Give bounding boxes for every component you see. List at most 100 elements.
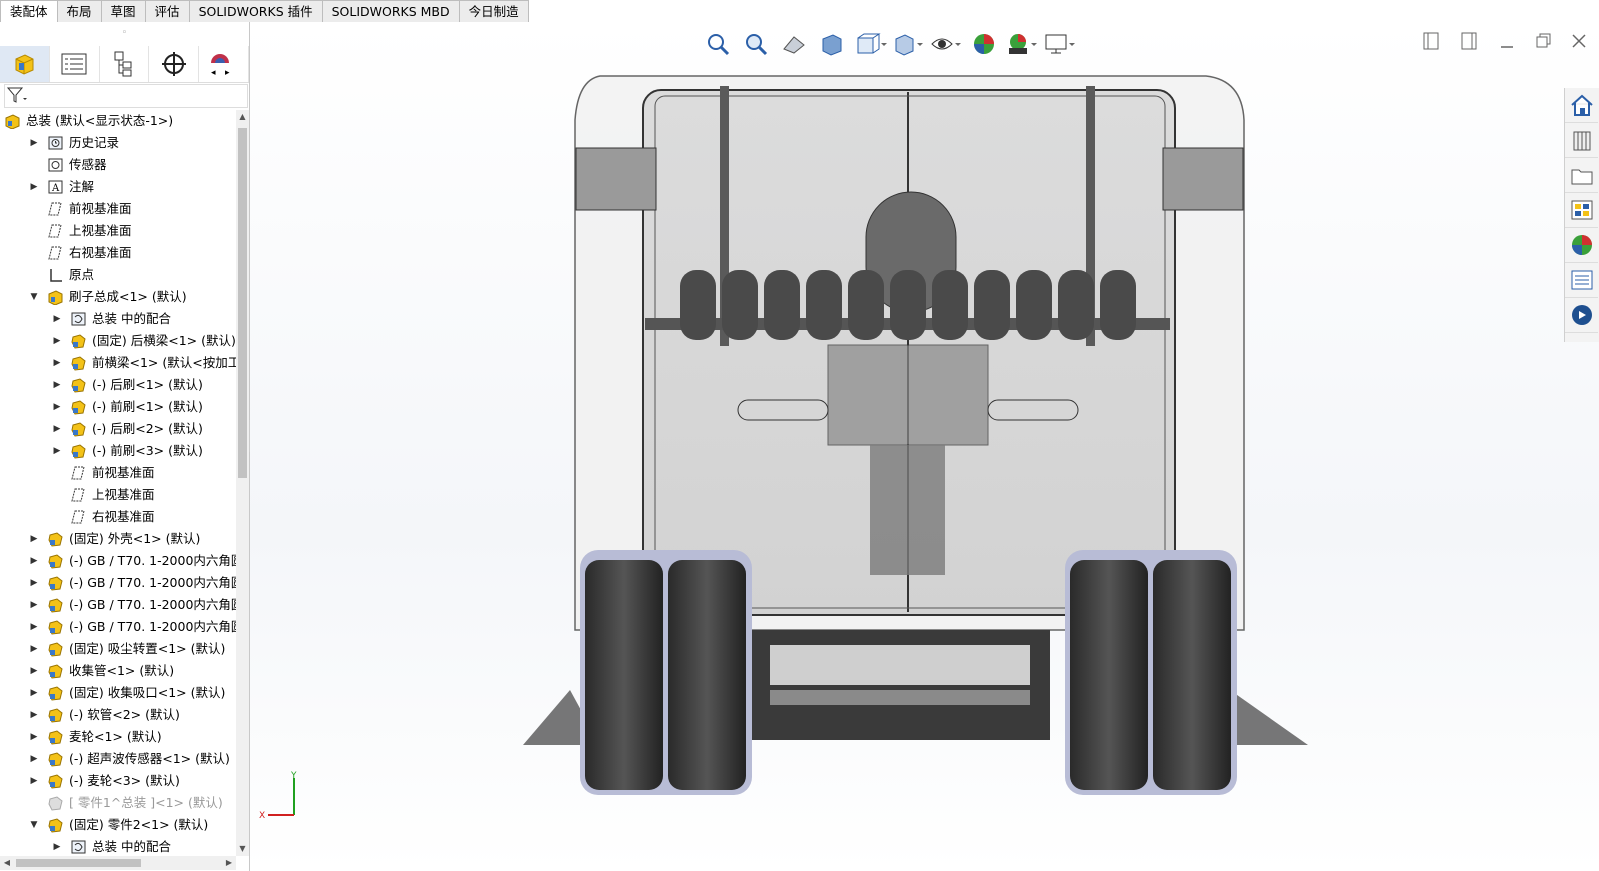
file-explorer-tab[interactable] — [1565, 158, 1598, 193]
tree-item[interactable]: ▶ (-) 麦轮<3> (默认) — [0, 770, 236, 792]
edit-appearance-button[interactable] — [966, 26, 1002, 62]
view-palette-tab[interactable] — [1565, 193, 1598, 228]
apply-scene-button[interactable] — [1004, 26, 1040, 62]
expand-arrow-icon[interactable]: ▶ — [52, 418, 62, 440]
tree-item[interactable]: ▶ 总装 中的配合 — [0, 308, 236, 330]
collapse-arrow-icon[interactable]: ▼ — [29, 814, 39, 836]
expand-arrow-icon[interactable]: ▶ — [29, 176, 39, 198]
expand-arrow-icon[interactable]: ▶ — [29, 616, 39, 638]
dimxpert-manager-tab[interactable] — [149, 46, 200, 82]
expand-arrow-icon[interactable]: ▶ — [52, 374, 62, 396]
expand-arrow-icon[interactable]: ▶ — [29, 638, 39, 660]
tree-item[interactable]: ▶ (固定) 外壳<1> (默认) — [0, 528, 236, 550]
tree-item[interactable]: ▶ (-) 超声波传感器<1> (默认) — [0, 748, 236, 770]
minimize-button[interactable] — [1494, 32, 1520, 54]
expand-arrow-icon[interactable]: ▶ — [52, 440, 62, 462]
section-view-button[interactable] — [814, 26, 850, 62]
tree-item[interactable]: ▼ 刷子总成<1> (默认) — [0, 286, 236, 308]
display-manager-tab[interactable]: ◂ ▸ — [199, 46, 249, 82]
tree-item[interactable]: ▶ 麦轮<1> (默认) — [0, 726, 236, 748]
zoom-to-area-button[interactable] — [738, 26, 774, 62]
tab-1[interactable]: 布局 — [57, 0, 102, 23]
view-orientation-button[interactable] — [852, 26, 888, 62]
close-button[interactable] — [1566, 32, 1592, 54]
tree-vertical-scrollbar[interactable]: ▲ ▼ — [236, 110, 249, 856]
tree-item[interactable]: 前视基准面 — [0, 198, 236, 220]
resources-tab[interactable] — [1565, 88, 1598, 123]
zoom-to-fit-button[interactable] — [700, 26, 736, 62]
tree-item[interactable]: 右视基准面 — [0, 242, 236, 264]
tree-item[interactable]: 传感器 — [0, 154, 236, 176]
tree-item[interactable]: 前视基准面 — [0, 462, 236, 484]
graphics-viewport[interactable]: Y X — [250, 22, 1599, 871]
assembly-model-view[interactable]: Y X — [250, 22, 1599, 871]
restore-button[interactable] — [1530, 32, 1556, 54]
tree-item[interactable]: ▶ (固定) 后横梁<1> (默认) — [0, 330, 236, 352]
tree-item[interactable]: ▶ (-) 后刷<1> (默认) — [0, 374, 236, 396]
tree-item[interactable]: ▶ (固定) 吸尘转置<1> (默认) — [0, 638, 236, 660]
tree-item[interactable]: ▶ (-) 前刷<1> (默认) — [0, 396, 236, 418]
expand-arrow-icon[interactable]: ▶ — [52, 330, 62, 352]
panel-grip[interactable]: ◦ — [0, 22, 249, 44]
tree-item[interactable]: [ 零件1^总装 ]<1> (默认) — [0, 792, 236, 814]
scroll-up-icon[interactable]: ▲ — [236, 110, 249, 124]
tree-item[interactable]: ▶ (-) GB / T70. 1-2000内六角圆柱头 — [0, 550, 236, 572]
tile-left-button[interactable] — [1418, 32, 1444, 54]
tree-item[interactable]: 上视基准面 — [0, 220, 236, 242]
tree-item[interactable]: ▶ (-) GB / T70. 1-2000内六角圆柱头 — [0, 616, 236, 638]
custom-properties-tab[interactable] — [1565, 263, 1598, 298]
tab-4[interactable]: SOLIDWORKS 插件 — [189, 0, 323, 23]
tree-item[interactable]: 总装 (默认<显示状态-1>) — [0, 110, 236, 132]
tree-item[interactable]: ▶ (-) GB / T70. 1-2000内六角圆柱头 — [0, 572, 236, 594]
expand-arrow-icon[interactable]: ▶ — [52, 396, 62, 418]
previous-view-button[interactable] — [776, 26, 812, 62]
tree-item[interactable]: ▶ 前横梁<1> (默认<按加工>) — [0, 352, 236, 374]
tile-right-button[interactable] — [1456, 32, 1482, 54]
tab-6[interactable]: 今日制造 — [459, 0, 529, 23]
solidworks-forum-tab[interactable] — [1565, 298, 1598, 333]
scroll-right-icon[interactable]: ▶ — [222, 856, 236, 870]
tree-item[interactable]: ▶ (-) 后刷<2> (默认) — [0, 418, 236, 440]
expand-arrow-icon[interactable]: ▶ — [52, 836, 62, 856]
tree-item[interactable]: 原点 — [0, 264, 236, 286]
expand-arrow-icon[interactable]: ▶ — [29, 550, 39, 572]
expand-arrow-icon[interactable]: ▶ — [29, 682, 39, 704]
expand-arrow-icon[interactable]: ▶ — [52, 308, 62, 330]
tree-item[interactable]: ▶ 总装 中的配合 — [0, 836, 236, 856]
tree-vertical-scroll-thumb[interactable] — [238, 128, 247, 478]
expand-arrow-icon[interactable]: ▶ — [52, 352, 62, 374]
display-style-button[interactable] — [890, 26, 926, 62]
expand-arrow-icon[interactable]: ▶ — [29, 594, 39, 616]
expand-arrow-icon[interactable]: ▶ — [29, 770, 39, 792]
expand-arrow-icon[interactable]: ▶ — [29, 132, 39, 154]
tree-item[interactable]: 右视基准面 — [0, 506, 236, 528]
tree-item[interactable]: ▶ 历史记录 — [0, 132, 236, 154]
tree-item[interactable]: ▶ 收集管<1> (默认) — [0, 660, 236, 682]
expand-arrow-icon[interactable]: ▶ — [29, 704, 39, 726]
tree-filter-box[interactable] — [4, 84, 248, 108]
tab-2[interactable]: 草图 — [101, 0, 146, 23]
tree-horizontal-scrollbar[interactable]: ◀ ▶ — [0, 856, 236, 870]
tree-item[interactable]: ▼ (固定) 零件2<1> (默认) — [0, 814, 236, 836]
tree-item[interactable]: 上视基准面 — [0, 484, 236, 506]
tab-0[interactable]: 装配体 — [0, 0, 58, 23]
tree-item[interactable]: ▶ (-) 前刷<3> (默认) — [0, 440, 236, 462]
design-library-tab[interactable] — [1565, 123, 1598, 158]
expand-arrow-icon[interactable]: ▶ — [29, 726, 39, 748]
view-settings-button[interactable] — [1042, 26, 1078, 62]
tree-item[interactable]: ▶ A 注解 — [0, 176, 236, 198]
tree-item[interactable]: ▶ (固定) 收集吸口<1> (默认) — [0, 682, 236, 704]
hide-show-items-button[interactable] — [928, 26, 964, 62]
collapse-arrow-icon[interactable]: ▼ — [29, 286, 39, 308]
appearances-tab[interactable] — [1565, 228, 1598, 263]
configuration-manager-tab[interactable] — [100, 46, 150, 82]
scroll-left-icon[interactable]: ◀ — [0, 856, 14, 870]
feature-manager-tab[interactable] — [0, 46, 50, 82]
expand-arrow-icon[interactable]: ▶ — [29, 528, 39, 550]
scroll-down-icon[interactable]: ▼ — [236, 842, 249, 856]
tree-item[interactable]: ▶ (-) 软管<2> (默认) — [0, 704, 236, 726]
expand-arrow-icon[interactable]: ▶ — [29, 572, 39, 594]
tree-horizontal-scroll-thumb[interactable] — [16, 859, 141, 867]
property-manager-tab[interactable] — [50, 46, 100, 82]
tree-item[interactable]: ▶ (-) GB / T70. 1-2000内六角圆柱头 — [0, 594, 236, 616]
